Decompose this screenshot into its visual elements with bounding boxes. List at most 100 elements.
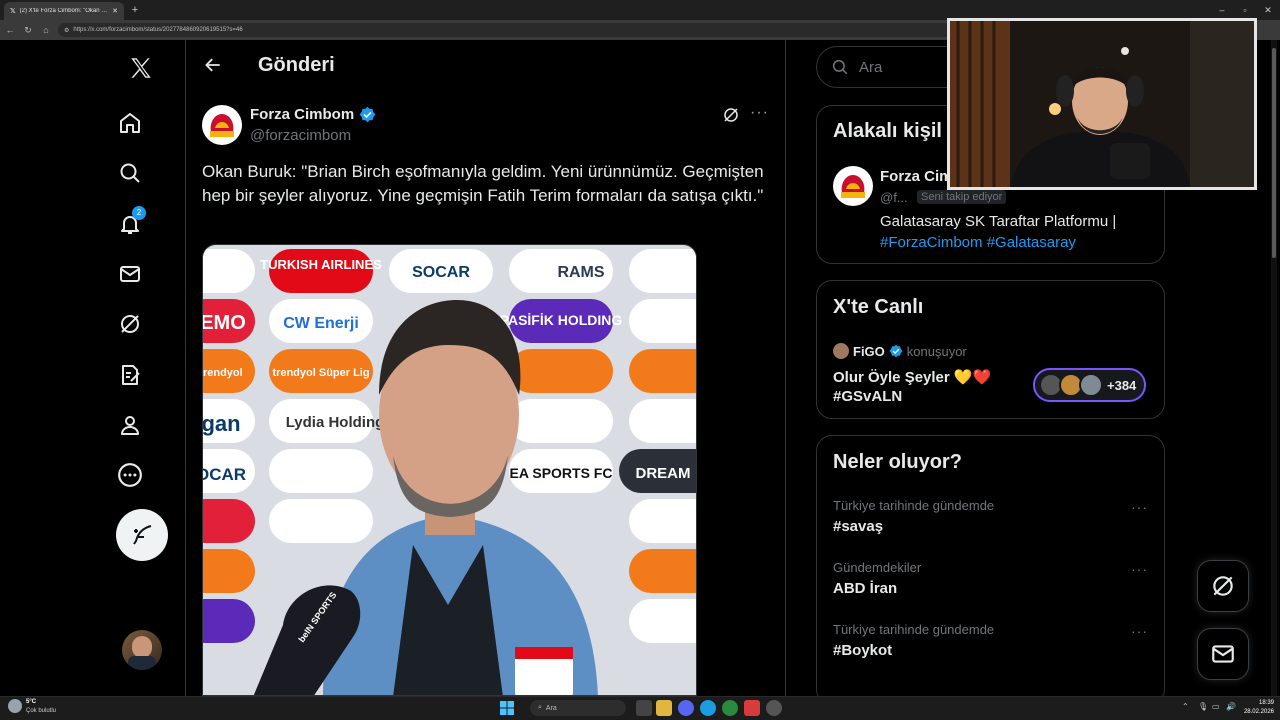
author-name-row[interactable]: Forza Cimbom: [250, 106, 376, 123]
grok-floating-button[interactable]: [1197, 560, 1249, 612]
taskbar-search-label: Ara: [545, 704, 557, 712]
network-icon[interactable]: ▭: [1212, 702, 1220, 711]
host-avatar: [833, 343, 849, 359]
space-title: Olur Öyle Şeyler 💛❤️: [833, 369, 992, 386]
browser-tabbar: [0, 0, 1280, 20]
discord-icon[interactable]: [678, 700, 694, 716]
x-favicon-icon: 𝕏: [10, 8, 16, 15]
minimize-button[interactable]: –: [1215, 3, 1229, 17]
volume-icon[interactable]: 🔊: [1226, 702, 1236, 711]
browser-tab[interactable]: 𝕏 (2) X'te Forza Cimbom: "Okan Buru ✕: [4, 2, 124, 20]
sponsor-label: EA SPORTS FC: [510, 465, 613, 481]
post-media[interactable]: TURKISH AIRLINES SOCAR RAMS EMO CW Enerj…: [202, 244, 697, 696]
windows-start-icon[interactable]: [500, 701, 514, 715]
author-name[interactable]: Forza Cimbom: [250, 106, 354, 123]
trend-meta: Türkiye tarihinde gündemde: [833, 622, 995, 637]
trend-item[interactable]: Türkiye tarihinde gündemde #savaş ···: [817, 491, 1164, 551]
main-column-left-border: [185, 40, 186, 696]
reload-icon[interactable]: ↻: [22, 24, 34, 36]
grok-icon[interactable]: [110, 304, 150, 344]
maximize-button[interactable]: ▫: [1238, 3, 1252, 17]
page-title: Gönderi: [258, 54, 335, 76]
app-icon[interactable]: [722, 700, 738, 716]
trend-item[interactable]: Türkiye tarihinde gündemde #Boykot ···: [817, 615, 1164, 675]
trend-more-icon[interactable]: ···: [1131, 623, 1148, 639]
post-text: Okan Buruk: "Brian Birch eşofmanıyla gel…: [202, 162, 764, 205]
related-person-handle[interactable]: @f...: [880, 190, 908, 205]
sponsor-label: CW Enerji: [283, 315, 359, 332]
webcam-overlay: [947, 18, 1257, 190]
settings-icon[interactable]: [766, 700, 782, 716]
mic-icon[interactable]: 🎙: [1198, 702, 1208, 711]
related-person-name[interactable]: Forza Cim: [880, 168, 953, 185]
related-bio-tags[interactable]: #ForzaCimbom #Galatasaray: [880, 234, 1076, 251]
post-more-icon[interactable]: ···: [750, 105, 770, 124]
trend-item[interactable]: Gündemdekiler ABD İran ···: [817, 553, 1164, 613]
trend-name: #savaş: [833, 518, 884, 535]
live-host-name: FiGO: [853, 343, 885, 359]
sponsor-label: gan: [203, 411, 241, 436]
sponsor-label: Lydia Holding: [286, 414, 385, 431]
address-bar[interactable]: ⚙ https://x.com/forzacimbom/status/20277…: [58, 23, 1088, 37]
app-icon[interactable]: [744, 700, 760, 716]
related-avatar[interactable]: [833, 166, 873, 206]
author-handle[interactable]: @forzacimbom: [250, 127, 351, 144]
follows-you-badge: Seni takip ediyor: [917, 190, 1007, 204]
feather-icon: [133, 525, 152, 545]
clock-date[interactable]: 28.02.2026: [1240, 709, 1274, 715]
trend-name: ABD İran: [833, 580, 898, 597]
home-icon[interactable]: [110, 103, 150, 143]
profile-icon[interactable]: [110, 405, 150, 445]
trend-name: #Boykot: [833, 642, 893, 659]
space-tag: #GSvALN: [833, 388, 903, 405]
file-explorer-icon[interactable]: [656, 700, 672, 716]
taskbar-search[interactable]: ⌕ Ara: [530, 700, 626, 716]
weather-icon[interactable]: [8, 699, 22, 713]
forza-cimbom-logo-icon: [210, 114, 234, 137]
account-avatar[interactable]: [122, 630, 162, 670]
tray-chevron-icon[interactable]: ⌃: [1182, 702, 1189, 711]
site-info-icon[interactable]: ⚙: [64, 27, 69, 34]
verified-badge-icon: [889, 344, 903, 358]
search-placeholder[interactable]: Ara: [859, 59, 882, 76]
sponsor-label: DREAM: [636, 465, 691, 482]
edge-icon[interactable]: [700, 700, 716, 716]
back-arrow-icon[interactable]: [203, 55, 223, 75]
trend-more-icon[interactable]: ···: [1131, 499, 1148, 515]
x-logo-icon[interactable]: [121, 48, 161, 88]
weather-temp[interactable]: 5°C: [26, 699, 36, 705]
webcam-streamer-image: [950, 21, 1254, 187]
home-browser-icon[interactable]: ⌂: [40, 24, 52, 36]
author-avatar[interactable]: [202, 105, 242, 145]
sponsor-label: PASİFİK HOLDING: [500, 312, 623, 328]
grok-icon: [1213, 576, 1233, 596]
listener-avatar: [1079, 373, 1103, 397]
trend-more-icon[interactable]: ···: [1131, 561, 1148, 577]
more-icon[interactable]: [110, 455, 150, 495]
search-icon[interactable]: [110, 153, 150, 193]
task-view-icon[interactable]: [636, 700, 652, 716]
grok-explain-icon[interactable]: [722, 106, 742, 126]
related-bio: Galatasaray SK Taraftar Platformu |: [880, 213, 1117, 230]
live-card[interactable]: X'te Canlı FiGO konuşuyor Olur Öyle Şeyl…: [816, 280, 1165, 419]
sponsor-label: EMO: [203, 312, 246, 334]
messages-floating-button[interactable]: [1197, 628, 1249, 680]
weather-desc[interactable]: Çok bulutlu: [26, 708, 56, 714]
notes-icon[interactable]: [110, 355, 150, 395]
close-window-button[interactable]: ✕: [1261, 3, 1275, 17]
search-field-icon: [832, 59, 848, 75]
clock-time[interactable]: 18:39: [1240, 700, 1274, 706]
mail-icon[interactable]: [110, 254, 150, 294]
new-tab-button[interactable]: +: [128, 3, 142, 17]
scrollbar-thumb[interactable]: [1272, 48, 1276, 258]
sponsor-label: SOCAR: [412, 264, 470, 281]
browser-back-icon[interactable]: ←: [4, 24, 16, 36]
live-host-row: FiGO konuşuyor: [833, 343, 967, 359]
space-listeners-pill[interactable]: +384: [1033, 368, 1147, 402]
compose-post-button[interactable]: [116, 509, 168, 561]
trend-meta: Gündemdekiler: [833, 560, 922, 575]
tab-close-icon[interactable]: ✕: [112, 7, 118, 15]
sponsor-label: trendyol Süper Lig: [272, 367, 369, 379]
main-column-right-border: [785, 40, 786, 696]
press-conference-photo: TURKISH AIRLINES SOCAR RAMS EMO CW Enerj…: [203, 245, 696, 695]
